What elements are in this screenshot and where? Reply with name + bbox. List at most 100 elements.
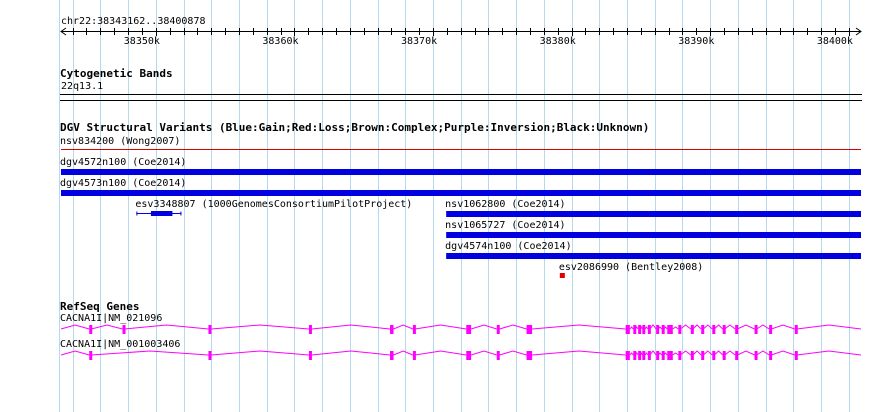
ruler-tick-label: 38360k — [262, 36, 299, 47]
refseq-exon[interactable] — [390, 351, 394, 360]
refseq-intron — [771, 350, 795, 356]
refseq-exon[interactable] — [466, 325, 472, 334]
refseq-intron — [124, 324, 209, 330]
refseq-exon[interactable] — [638, 351, 642, 360]
ruler-tick-label: 38350k — [123, 36, 160, 47]
refseq-exon[interactable] — [667, 351, 673, 360]
refseq-exon[interactable] — [208, 351, 212, 360]
refseq-intron — [692, 350, 702, 356]
refseq-intron — [470, 324, 497, 330]
ruler-tick-label: 38380k — [539, 36, 576, 47]
refseq-intron — [60, 324, 90, 330]
refseq-exon[interactable] — [712, 325, 716, 334]
refseq-intron — [796, 350, 862, 356]
refseq-intron — [393, 324, 414, 330]
refseq-exon[interactable] — [690, 325, 694, 334]
refseq-exon[interactable] — [722, 351, 726, 360]
refseq-exon[interactable] — [647, 351, 651, 360]
refseq-transcript-label: CACNA1I|NM_001003406 — [60, 339, 181, 350]
refseq-intron — [756, 324, 770, 330]
refseq-exon[interactable] — [661, 325, 665, 334]
refseq-intron — [714, 350, 724, 356]
genome-browser-panel: chr22:38343162..38400878 Cytogenetic Ban… — [0, 0, 890, 412]
refseq-exon[interactable] — [722, 325, 726, 334]
refseq-intron — [796, 324, 862, 330]
refseq-exon[interactable] — [647, 325, 651, 334]
refseq-exon[interactable] — [656, 351, 660, 360]
refseq-exon[interactable] — [661, 351, 665, 360]
refseq-intron — [393, 350, 414, 356]
refseq-intron — [680, 324, 692, 330]
refseq-exon[interactable] — [735, 325, 739, 334]
refseq-exon[interactable] — [496, 325, 500, 334]
refseq-exon[interactable] — [638, 325, 642, 334]
refseq-intron — [532, 350, 626, 356]
refseq-intron — [644, 326, 649, 330]
refseq-exon[interactable] — [678, 325, 682, 334]
refseq-transcript-label: CACNA1I|NM_021096 — [60, 313, 163, 324]
refseq-intron — [724, 324, 736, 330]
refseq-exon[interactable] — [735, 351, 739, 360]
refseq-intron — [414, 324, 467, 330]
refseq-exon[interactable] — [496, 351, 500, 360]
refseq-exon[interactable] — [656, 325, 660, 334]
refseq-exon[interactable] — [466, 351, 472, 360]
refseq-exon[interactable] — [642, 325, 646, 334]
refseq-intron — [649, 324, 657, 330]
ruler-tick-label: 38390k — [678, 36, 715, 47]
refseq-exon[interactable] — [754, 351, 758, 360]
refseq-exon[interactable] — [794, 351, 798, 360]
refseq-intron — [737, 324, 755, 330]
ruler-tick-label: 38400k — [816, 36, 853, 47]
refseq-exon[interactable] — [526, 325, 533, 334]
refseq-intron — [644, 352, 649, 356]
refseq-exon[interactable] — [642, 351, 646, 360]
refseq-exon[interactable] — [625, 351, 630, 360]
refseq-intron — [629, 326, 634, 330]
refseq-exon[interactable] — [701, 325, 705, 334]
refseq-exon[interactable] — [308, 351, 312, 360]
refseq-exon[interactable] — [633, 351, 637, 360]
refseq-intron — [692, 324, 702, 330]
refseq-exon[interactable] — [89, 351, 93, 360]
refseq-exon[interactable] — [769, 351, 773, 360]
refseq-exon[interactable] — [122, 325, 126, 334]
refseq-intron — [629, 352, 634, 356]
refseq-intron — [211, 324, 309, 330]
refseq-exon[interactable] — [89, 325, 93, 334]
refseq-intron — [499, 350, 527, 356]
refseq-intron — [311, 350, 391, 356]
refseq-intron — [702, 324, 713, 330]
refseq-exon[interactable] — [690, 351, 694, 360]
refseq-exon[interactable] — [412, 351, 416, 360]
refseq-exon[interactable] — [390, 325, 394, 334]
ruler-tick-label: 38370k — [401, 36, 438, 47]
refseq-exon[interactable] — [412, 325, 416, 334]
refseq-exon[interactable] — [769, 325, 773, 334]
refseq-intron — [414, 350, 467, 356]
refseq-intron — [60, 350, 90, 356]
refseq-intron — [714, 324, 724, 330]
refseq-exon[interactable] — [208, 325, 212, 334]
refseq-exon[interactable] — [712, 351, 716, 360]
refseq-transcripts-canvas[interactable] — [0, 0, 890, 412]
refseq-intron — [649, 350, 657, 356]
refseq-exon[interactable] — [667, 325, 673, 334]
refseq-intron — [470, 350, 497, 356]
refseq-exon[interactable] — [633, 325, 637, 334]
refseq-intron — [672, 326, 679, 330]
refseq-exon[interactable] — [754, 325, 758, 334]
refseq-intron — [702, 350, 713, 356]
refseq-intron — [211, 350, 309, 356]
refseq-exon[interactable] — [308, 325, 312, 334]
refseq-intron — [499, 324, 527, 330]
refseq-exon[interactable] — [794, 325, 798, 334]
refseq-intron — [737, 350, 755, 356]
refseq-intron — [672, 352, 679, 356]
refseq-exon[interactable] — [526, 351, 533, 360]
refseq-exon[interactable] — [625, 325, 630, 334]
refseq-intron — [532, 324, 626, 330]
refseq-exon[interactable] — [678, 351, 682, 360]
refseq-intron — [724, 350, 736, 356]
refseq-exon[interactable] — [701, 351, 705, 360]
